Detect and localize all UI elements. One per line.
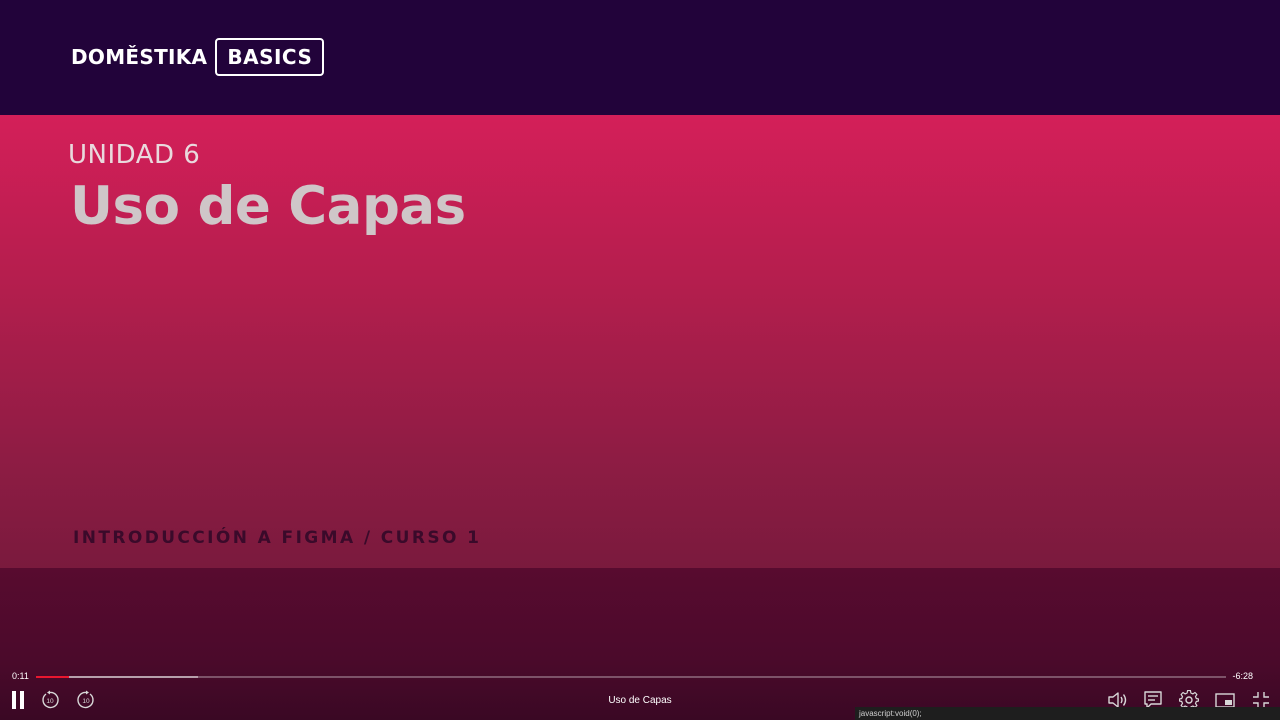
rewind-10-icon: 10 [40, 690, 60, 710]
remaining-time: -6:28 [1232, 671, 1253, 681]
course-label: INTRODUCCIÓN A FIGMA / CURSO 1 [73, 528, 482, 548]
progress-played [36, 676, 70, 678]
pause-icon [9, 689, 29, 711]
current-time: 0:11 [12, 671, 29, 681]
forward-10-icon: 10 [76, 690, 96, 710]
svg-text:10: 10 [82, 698, 90, 705]
svg-text:10: 10 [46, 698, 54, 705]
rewind-10-button[interactable]: 10 [39, 689, 61, 711]
logo-badge-label: BASICS [227, 45, 313, 69]
slide-title: Uso de Capas [70, 176, 466, 237]
forward-10-button[interactable]: 10 [75, 689, 97, 711]
pause-button[interactable] [8, 689, 30, 711]
video-title: Uso de Capas [608, 695, 672, 706]
logo-wordmark: DOMĚSTIKA [71, 45, 208, 69]
progress-bar[interactable] [36, 676, 1226, 678]
status-bar-link: javascript:void(0); [855, 707, 1280, 720]
domestika-basics-logo: DOMĚSTIKA BASICS [71, 38, 325, 76]
logo-badge: BASICS [215, 38, 325, 76]
unit-label: UNIDAD 6 [68, 140, 201, 170]
